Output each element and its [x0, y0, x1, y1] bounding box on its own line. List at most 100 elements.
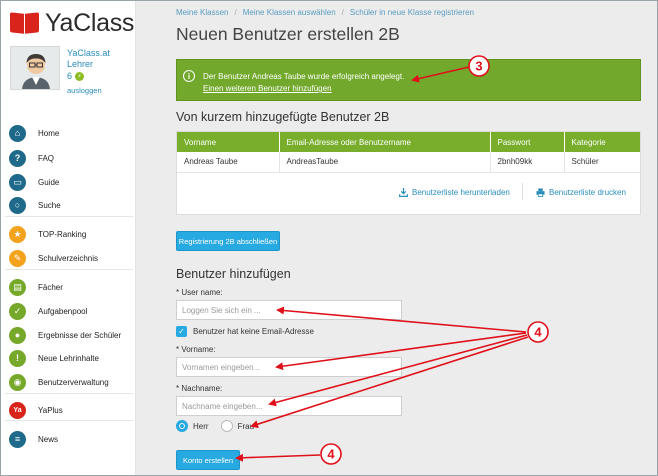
table-cell: Andreas Taube — [177, 152, 280, 173]
add-user-heading: Benutzer hinzufügen — [176, 267, 291, 281]
no-email-option[interactable]: ✓ Benutzer hat keine Email-Adresse — [176, 326, 314, 337]
sidebar-item-label: Fächer — [38, 282, 63, 292]
download-label: Benutzerliste herunterladen — [412, 188, 510, 197]
chat-icon: ≡ — [9, 430, 26, 448]
logout-link[interactable]: ausloggen — [67, 86, 102, 95]
monitor-icon: ▭ — [9, 173, 26, 191]
gender-option-frau[interactable]: Frau — [220, 420, 255, 432]
radio-selected-icon[interactable] — [176, 420, 188, 432]
recent-users-table: Vorname Email-Adresse oder Benutzername … — [177, 132, 640, 173]
column-header: Email-Adresse oder Benutzername — [279, 132, 491, 152]
breadcrumb-separator: / — [234, 8, 237, 17]
sidebar-item-news[interactable]: ≡ News — [9, 429, 134, 449]
sidebar-item-top-ranking[interactable]: ★ TOP-Ranking — [9, 224, 134, 244]
sidebar-item-suche[interactable]: ○ Suche — [9, 195, 134, 215]
sidebar-item-fächer[interactable]: ▤ Fächer — [9, 277, 134, 297]
sidebar-item-aufgabenpool[interactable]: ✓ Aufgabenpool — [9, 301, 134, 321]
print-label: Benutzerliste drucken — [549, 188, 626, 197]
table-header-row: Vorname Email-Adresse oder Benutzername … — [177, 132, 640, 152]
finish-registration-button[interactable]: Registrierung 2B abschließen — [176, 231, 280, 251]
sidebar-item-faq[interactable]: ? FAQ — [9, 148, 134, 168]
sidebar-item-label: Guide — [38, 177, 60, 187]
sidebar-divider — [5, 393, 133, 394]
no-email-label: Benutzer hat keine Email-Adresse — [193, 327, 314, 336]
gender-option-herr[interactable]: Herr — [176, 420, 209, 432]
logo[interactable]: YaClass — [10, 9, 134, 37]
table-cell: 2bnh09kk — [490, 152, 565, 173]
breadcrumb-item[interactable]: Meine Klassen — [176, 8, 228, 17]
sidebar-item-home[interactable]: ⌂ Home — [9, 123, 134, 143]
lastname-label: * Nachname: — [176, 384, 223, 393]
firstname-label: * Vorname: — [176, 345, 216, 354]
create-account-button[interactable]: Konto erstellen — [176, 450, 240, 470]
sidebar-item-neue-lehrinhalte[interactable]: ! Neue Lehrinhalte — [9, 348, 134, 368]
sidebar-divider — [5, 216, 133, 217]
column-header: Passwort — [490, 132, 565, 152]
user-name-input[interactable] — [176, 300, 402, 320]
sidebar-item-guide[interactable]: ▭ Guide — [9, 172, 134, 192]
lastname-input[interactable] — [176, 396, 402, 416]
table-row: Andreas Taube AndreasTaube 2bnh09kk Schü… — [177, 152, 640, 173]
lightning-icon: ⚡ — [75, 71, 85, 81]
download-icon — [399, 188, 408, 197]
book-icon: ▤ — [9, 278, 26, 296]
users-icon: ● — [9, 326, 26, 344]
logo-text: YaClass — [45, 8, 135, 37]
sidebar-item-label: News — [38, 434, 59, 444]
success-alert: i Der Benutzer Andreas Taube wurde erfol… — [176, 59, 641, 101]
user-name-label: * User name: — [176, 288, 223, 297]
breadcrumb-item[interactable]: Schüler in neue Klasse registrieren — [350, 8, 474, 17]
table-cell: AndreasTaube — [279, 152, 491, 173]
column-header: Kategorie — [564, 132, 640, 152]
profile-level: 6 ⚡ — [67, 71, 85, 81]
sidebar-item-label: Aufgabenpool — [38, 306, 88, 316]
sidebar-item-label: Neue Lehrinhalte — [38, 353, 99, 363]
radio-unselected-icon[interactable] — [220, 420, 233, 432]
breadcrumb-separator: / — [341, 8, 344, 17]
sidebar-item-label: Schulverzeichnis — [38, 253, 99, 263]
profile-name[interactable]: YaClass.at Lehrer — [67, 48, 133, 70]
breadcrumb: Meine Klassen / Meine Klassen auswählen / Sc… — [176, 8, 474, 17]
search-icon: ○ — [9, 196, 26, 214]
alert-message: Der Benutzer Andreas Taube wurde erfolgr… — [203, 72, 405, 81]
sidebar-item-label: YaPlus — [38, 405, 63, 415]
add-another-user-link[interactable]: Einen weiteren Benutzer hinzufügen — [203, 84, 332, 93]
download-user-list-link[interactable]: Benutzerliste herunterladen — [399, 188, 510, 197]
table-cell: Schüler — [564, 152, 640, 173]
sidebar-item-label: Home — [38, 128, 60, 138]
recent-users-panel: Vorname Email-Adresse oder Benutzername … — [176, 131, 641, 215]
sidebar-item-schulverzeichnis[interactable]: ✎ Schulverzeichnis — [9, 248, 134, 268]
yaplus-icon: Ya — [9, 401, 26, 419]
level-value: 6 — [67, 71, 73, 81]
exclamation-icon: ! — [9, 349, 26, 367]
sidebar-item-benutzerverwaltung[interactable]: ◉ Benutzerverwaltung — [9, 372, 134, 392]
gender-label: Frau — [237, 421, 255, 431]
book-logo-icon — [10, 11, 40, 35]
column-header: Vorname — [177, 132, 280, 152]
sidebar-item-label: FAQ — [38, 153, 55, 163]
sidebar: YaClass YaClass.at Lehrer 6 ⚡ ausloggen … — [1, 1, 136, 475]
sidebar-item-label: Ergebnisse der Schüler — [38, 330, 122, 340]
avatar[interactable] — [10, 46, 60, 90]
sidebar-item-ergebnisse-der-schüler[interactable]: ● Ergebnisse der Schüler — [9, 325, 134, 345]
print-user-list-link[interactable]: Benutzerliste drucken — [536, 188, 626, 197]
firstname-input[interactable] — [176, 357, 402, 377]
gender-label: Herr — [193, 421, 209, 431]
page-title: Neuen Benutzer erstellen 2B — [176, 24, 400, 44]
action-divider — [522, 183, 523, 200]
breadcrumb-item[interactable]: Meine Klassen auswählen — [243, 8, 336, 17]
gender-radio-group: Herr Frau — [176, 420, 266, 432]
sidebar-item-label: TOP-Ranking — [38, 229, 87, 239]
info-icon: i — [183, 70, 195, 82]
sidebar-item-label: Suche — [38, 200, 61, 210]
sidebar-item-yaplus[interactable]: Ya YaPlus — [9, 400, 134, 420]
recent-users-heading: Von kurzem hinzugefügte Benutzer 2B — [176, 110, 390, 124]
sidebar-item-label: Benutzerverwaltung — [38, 377, 109, 387]
printer-icon — [536, 188, 545, 197]
sidebar-divider — [5, 269, 133, 270]
sidebar-divider — [5, 420, 133, 421]
school-icon: ✎ — [9, 249, 26, 267]
main-content: Meine Klassen / Meine Klassen auswählen / Sc… — [136, 1, 657, 475]
checkbox-checked-icon[interactable]: ✓ — [176, 326, 187, 337]
check-icon: ✓ — [9, 302, 26, 320]
